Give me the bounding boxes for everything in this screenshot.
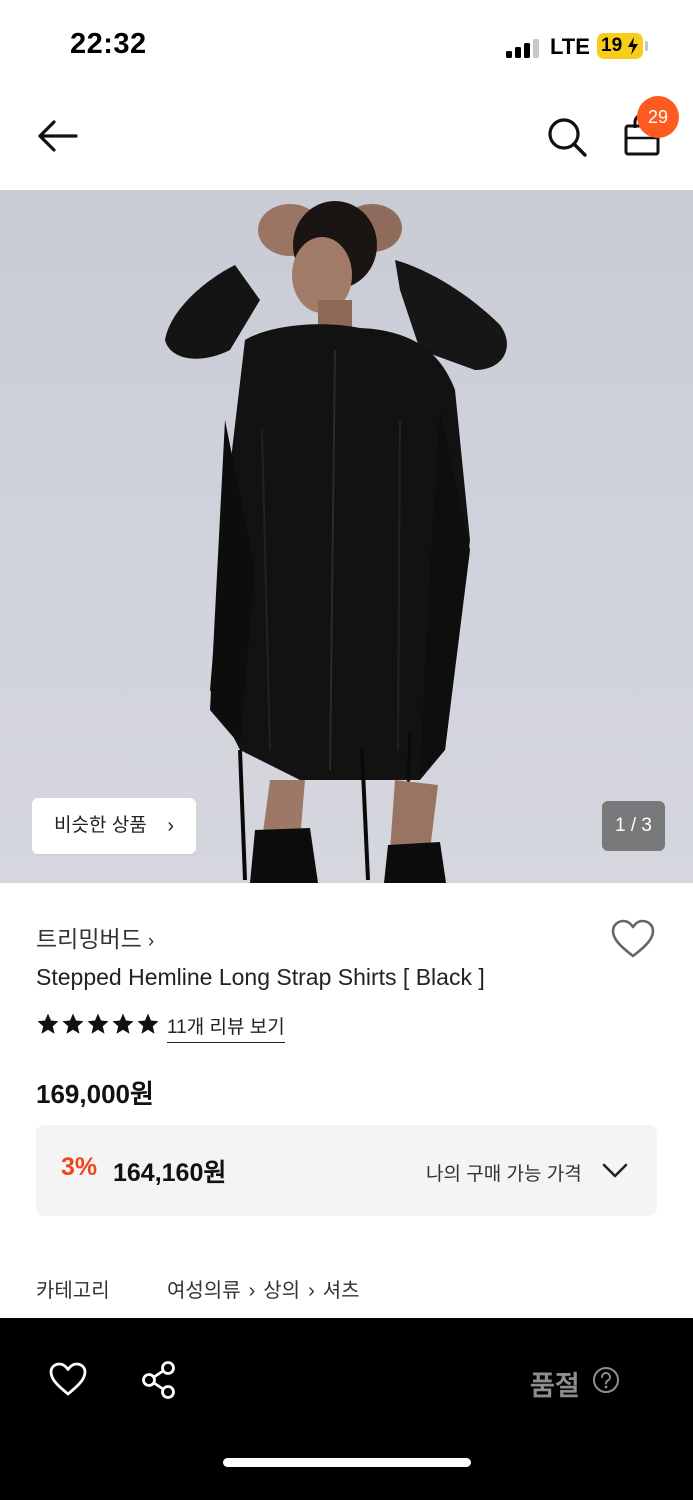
- help-button[interactable]: [592, 1366, 620, 1394]
- my-price-toggle[interactable]: 3% 164,160원 나의 구매 가능 가격: [36, 1125, 657, 1216]
- status-time: 22:32: [70, 28, 147, 60]
- brand-link[interactable]: 트리밍버드 ›: [36, 920, 154, 954]
- heart-icon: [49, 1362, 87, 1396]
- wishlist-button[interactable]: [610, 918, 656, 960]
- category-item[interactable]: 상의: [263, 1280, 300, 1302]
- top-nav: 29: [0, 92, 693, 190]
- product-photo: [165, 201, 507, 883]
- battery-icon: 19: [597, 33, 648, 59]
- battery-level: 19: [601, 35, 623, 56]
- search-button[interactable]: [544, 114, 590, 160]
- share-button[interactable]: [140, 1360, 178, 1400]
- reviews-link[interactable]: 11개 리뷰 보기: [167, 1012, 285, 1043]
- image-counter: 1 / 3: [602, 801, 665, 851]
- chevron-right-icon: ›: [308, 1280, 315, 1302]
- discount-price: 164,160원: [113, 1159, 227, 1187]
- star-icon: [37, 1013, 59, 1034]
- cart-count-badge: 29: [637, 96, 679, 138]
- my-price-label: 나의 구매 가능 가격: [426, 1164, 582, 1185]
- signal-icon: [506, 38, 542, 58]
- status-bar: 22:32 LTE 19: [0, 0, 693, 92]
- similar-products-label: 비슷한 상품: [54, 815, 147, 836]
- sold-out-label: 품절: [530, 1371, 580, 1401]
- category-label: 카테고리: [36, 1280, 110, 1302]
- similar-products-button[interactable]: 비슷한 상품 ›: [32, 798, 196, 854]
- back-button[interactable]: [32, 114, 82, 158]
- network-label: LTE: [550, 34, 590, 59]
- product-title: Stepped Hemline Long Strap Shirts [ Blac…: [36, 964, 485, 990]
- product-image[interactable]: 비슷한 상품 › 1 / 3: [0, 190, 693, 883]
- star-icon: [62, 1013, 84, 1034]
- bottom-wishlist-button[interactable]: [48, 1361, 88, 1397]
- category-item[interactable]: 셔츠: [323, 1280, 360, 1302]
- rating-stars: [36, 1012, 161, 1040]
- original-price: 169,000원: [36, 1079, 154, 1109]
- heart-icon: [611, 919, 655, 958]
- chevron-down-icon: [602, 1163, 628, 1178]
- brand-name: 트리밍버드: [36, 926, 142, 952]
- star-icon: [137, 1013, 159, 1034]
- category-item[interactable]: 여성의류: [167, 1280, 241, 1302]
- category-breadcrumb: 여성의류 › 상의 › 셔츠: [167, 1274, 360, 1303]
- star-icon: [87, 1013, 109, 1034]
- arrow-left-icon: [38, 120, 78, 152]
- chevron-right-icon: ›: [167, 815, 174, 837]
- share-icon: [142, 1361, 175, 1399]
- search-icon: [548, 118, 587, 157]
- discount-percent: 3%: [61, 1153, 98, 1181]
- star-icon: [112, 1013, 134, 1034]
- bottom-action-bar: 품절: [0, 1318, 693, 1500]
- chevron-right-icon: ›: [248, 1280, 256, 1302]
- question-circle-icon: [593, 1367, 619, 1393]
- home-indicator: [223, 1458, 471, 1467]
- chevron-right-icon: ›: [147, 931, 155, 952]
